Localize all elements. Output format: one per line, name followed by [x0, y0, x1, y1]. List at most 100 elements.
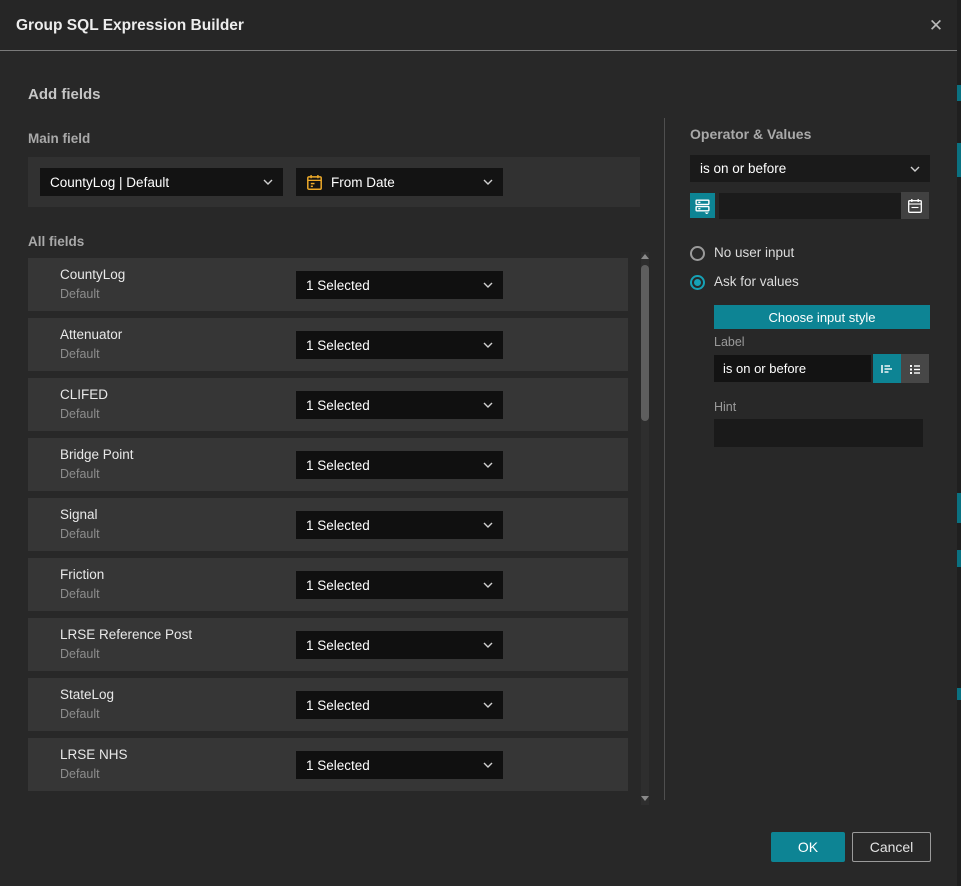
chevron-down-icon — [483, 522, 493, 528]
field-row-friction: Friction Default 1 Selected — [28, 558, 628, 611]
scrollbar-up-icon[interactable] — [641, 254, 649, 259]
edge-artifact — [957, 688, 961, 700]
field-name: Signal — [60, 507, 98, 522]
calendar-icon — [907, 198, 923, 214]
ok-button[interactable]: OK — [771, 832, 845, 862]
main-field-source-value: CountyLog | Default — [50, 175, 255, 190]
operator-dropdown[interactable]: is on or before — [690, 155, 930, 182]
main-field-source-dropdown[interactable]: CountyLog | Default — [40, 168, 283, 196]
field-name: CLIFED — [60, 387, 108, 402]
field-sublabel: Default — [60, 527, 100, 541]
panel-divider — [664, 118, 665, 800]
edge-artifact — [957, 143, 961, 177]
field-name: Bridge Point — [60, 447, 134, 462]
value-input[interactable] — [719, 193, 901, 219]
hint-caption: Hint — [714, 400, 736, 414]
field-selection-dropdown[interactable]: 1 Selected — [296, 391, 503, 419]
field-sublabel: Default — [60, 467, 100, 481]
chevron-down-icon — [483, 642, 493, 648]
chevron-down-icon — [483, 402, 493, 408]
bulleted-list-icon — [907, 361, 923, 377]
selection-value: 1 Selected — [306, 398, 475, 413]
no-user-input-label[interactable]: No user input — [714, 245, 794, 260]
calendar-icon — [306, 174, 323, 191]
no-user-input-radio[interactable] — [690, 246, 705, 261]
stacked-values-icon — [694, 197, 711, 214]
main-field-date-dropdown[interactable]: From Date — [296, 168, 503, 196]
edge-artifact — [957, 85, 961, 101]
chevron-down-icon — [483, 179, 493, 185]
ask-for-values-radio[interactable] — [690, 275, 705, 290]
dialog-title: Group SQL Expression Builder — [16, 0, 244, 51]
field-sublabel: Default — [60, 407, 100, 421]
field-row-signal: Signal Default 1 Selected — [28, 498, 628, 551]
date-picker-button[interactable] — [901, 192, 929, 219]
align-left-icon — [879, 361, 895, 377]
field-selection-dropdown[interactable]: 1 Selected — [296, 691, 503, 719]
field-name: Attenuator — [60, 327, 122, 342]
chevron-down-icon — [483, 762, 493, 768]
chevron-down-icon — [483, 582, 493, 588]
field-sublabel: Default — [60, 707, 100, 721]
field-sublabel: Default — [60, 647, 100, 661]
scrollbar-down-icon[interactable] — [641, 796, 649, 801]
field-selection-dropdown[interactable]: 1 Selected — [296, 331, 503, 359]
chevron-down-icon — [910, 166, 920, 172]
selection-value: 1 Selected — [306, 578, 475, 593]
single-line-style-button[interactable] — [873, 354, 901, 383]
add-fields-heading: Add fields — [28, 86, 101, 103]
operator-value: is on or before — [700, 161, 902, 176]
field-sublabel: Default — [60, 587, 100, 601]
field-name: LRSE Reference Post — [60, 627, 192, 642]
main-field-label: Main field — [28, 131, 90, 146]
selection-value: 1 Selected — [306, 758, 475, 773]
field-name: StateLog — [60, 687, 114, 702]
field-sublabel: Default — [60, 287, 100, 301]
ask-for-values-label[interactable]: Ask for values — [714, 274, 799, 289]
selection-value: 1 Selected — [306, 518, 475, 533]
field-name: Friction — [60, 567, 104, 582]
edge-artifact — [957, 493, 961, 523]
field-selection-dropdown[interactable]: 1 Selected — [296, 631, 503, 659]
dialog-titlebar: Group SQL Expression Builder ✕ — [0, 0, 961, 51]
field-name: LRSE NHS — [60, 747, 128, 762]
field-row-bridge-point: Bridge Point Default 1 Selected — [28, 438, 628, 491]
field-row-lrse-reference-post: LRSE Reference Post Default 1 Selected — [28, 618, 628, 671]
field-selection-dropdown[interactable]: 1 Selected — [296, 571, 503, 599]
field-selection-dropdown[interactable]: 1 Selected — [296, 451, 503, 479]
close-icon[interactable]: ✕ — [926, 16, 946, 36]
chevron-down-icon — [483, 702, 493, 708]
chevron-down-icon — [483, 342, 493, 348]
field-selection-dropdown[interactable]: 1 Selected — [296, 271, 503, 299]
field-sublabel: Default — [60, 767, 100, 781]
cancel-button[interactable]: Cancel — [852, 832, 931, 862]
hint-input[interactable] — [714, 419, 923, 447]
group-sql-expression-builder-dialog: Group SQL Expression Builder ✕ Add field… — [0, 0, 961, 886]
value-source-toggle-button[interactable] — [690, 193, 715, 218]
field-selection-dropdown[interactable]: 1 Selected — [296, 511, 503, 539]
edge-strip — [957, 0, 961, 886]
field-row-clifed: CLIFED Default 1 Selected — [28, 378, 628, 431]
selection-value: 1 Selected — [306, 638, 475, 653]
choose-input-style-button[interactable]: Choose input style — [714, 305, 930, 329]
label-caption: Label — [714, 335, 745, 349]
all-fields-label: All fields — [28, 234, 84, 249]
selection-value: 1 Selected — [306, 458, 475, 473]
list-style-button[interactable] — [901, 354, 929, 383]
field-selection-dropdown[interactable]: 1 Selected — [296, 751, 503, 779]
main-field-date-value: From Date — [331, 175, 475, 190]
operator-values-heading: Operator & Values — [690, 126, 811, 142]
field-sublabel: Default — [60, 347, 100, 361]
main-field-row: CountyLog | Default From Date — [28, 157, 640, 207]
field-row-statelog: StateLog Default 1 Selected — [28, 678, 628, 731]
field-row-countylog: CountyLog Default 1 Selected — [28, 258, 628, 311]
chevron-down-icon — [263, 179, 273, 185]
chevron-down-icon — [483, 282, 493, 288]
selection-value: 1 Selected — [306, 278, 475, 293]
label-input[interactable] — [714, 355, 871, 382]
list-scrollbar-thumb[interactable] — [641, 265, 649, 421]
field-row-lrse-nhs: LRSE NHS Default 1 Selected — [28, 738, 628, 791]
selection-value: 1 Selected — [306, 338, 475, 353]
field-row-attenuator: Attenuator Default 1 Selected — [28, 318, 628, 371]
field-name: CountyLog — [60, 267, 125, 282]
